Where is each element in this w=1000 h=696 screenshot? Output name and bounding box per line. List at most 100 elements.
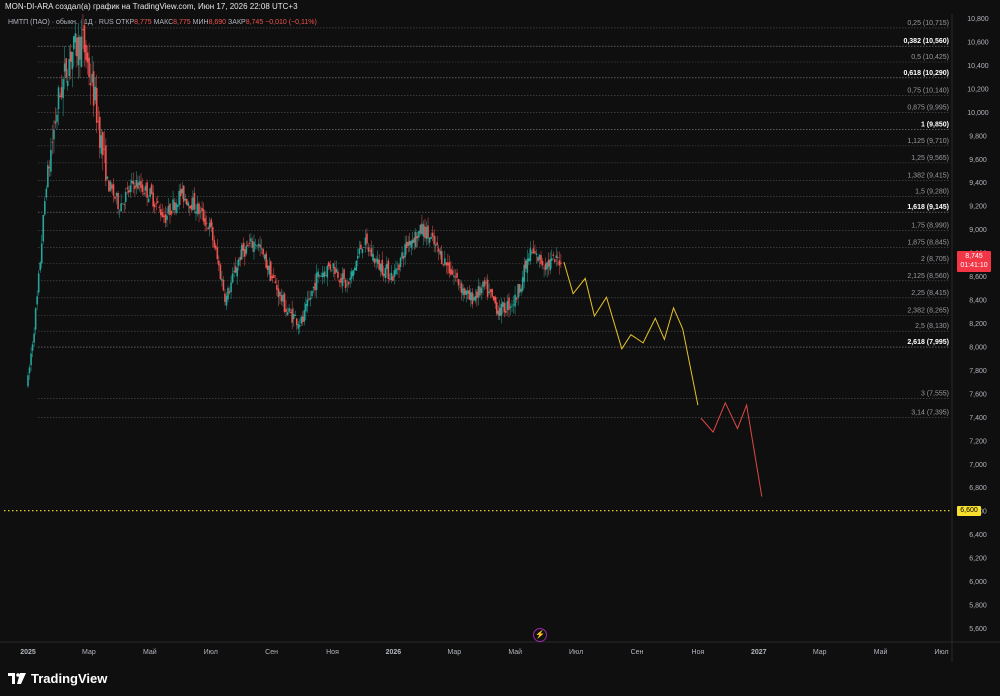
candle-body [447,262,449,266]
x-tick-label: 2025 [20,649,36,656]
candle-body [202,209,205,222]
candle-body [318,275,321,277]
candle-body [251,241,254,248]
y-tick-label: 6,400 [969,532,987,539]
candle-body [524,260,527,269]
candle-body [381,259,384,275]
candle-body [544,263,547,271]
fib-level-label: 0,75 (10,140) [907,87,949,94]
candle-body [528,258,530,262]
candle-body [36,296,38,305]
candle-body [95,87,98,123]
projection-path-red [700,401,763,497]
candle-body [312,286,315,289]
candle-body [523,264,526,282]
candle-body [295,318,298,326]
candle-body [378,259,380,270]
y-tick-label: 5,800 [969,603,987,610]
candle-body [343,269,345,280]
candle-body [227,287,229,300]
candle-body [419,224,422,234]
candle-body [386,263,388,269]
candle-body [82,29,84,31]
candle-body [474,296,477,301]
candle-body [512,303,515,305]
tradingview-logo[interactable]: TradingView [8,671,107,686]
candle-body [135,180,138,187]
y-tick-label: 10,800 [967,16,989,23]
candle-body [437,248,440,252]
candle-body [376,258,379,264]
candle-body [196,203,199,214]
candle-body [379,263,382,272]
fib-level-label: 2,25 (8,415) [911,290,949,297]
candle-body [77,36,80,66]
candle-body [219,264,222,280]
chart-area[interactable]: 10,800 10,600 10,400 10,200 10,000 9,800 9,600… [0,14,1000,662]
y-tick-label: 7,200 [969,438,987,445]
candle-body [271,276,274,279]
candle-body [236,267,238,277]
candle-body [466,290,469,294]
x-tick-label: Мар [447,649,461,656]
fib-level-label: 1,75 (8,990) [911,222,949,229]
candle-body [94,86,96,101]
candle-body [83,25,86,53]
candle-body [73,36,75,50]
x-tick-label: Мар [813,649,827,656]
candle-body [86,52,89,63]
candle-body [277,288,280,298]
candle-body [506,301,509,311]
candle-body [31,344,34,351]
candle-body [222,279,225,291]
price-chart[interactable]: 10,800 10,600 10,400 10,200 10,000 9,800 9,600… [0,14,1000,662]
candle-body [453,275,455,278]
candle-body [234,266,237,273]
candle-body [511,305,513,307]
candle-body [213,240,216,248]
candle-body [289,312,292,313]
candle-body [534,251,536,254]
candle-body [144,185,147,191]
candle-body [306,299,309,307]
candle-body [231,273,234,283]
candle-body [80,36,83,67]
candle-body [237,259,240,266]
candle-body [341,273,344,287]
candle-body [346,284,348,286]
candle-body [146,182,148,198]
candle-body [321,273,324,277]
candle-body [193,192,196,210]
candle-body [98,116,101,148]
candle-body [37,273,40,293]
fib-level-label: 3,14 (7,395) [911,409,949,416]
legend-high-label: МАКС [153,19,174,26]
candle-body [181,188,184,194]
candle-body [531,252,533,254]
candle-body [509,306,512,308]
candle-body [390,272,393,281]
candle-body [520,288,522,292]
candle-body [450,268,452,275]
candle-body [79,36,81,60]
candle-body [317,271,319,277]
candle-body [456,272,458,278]
candle-body [372,253,374,261]
candle-body [297,324,300,329]
candle-body [387,260,390,280]
candle-body [508,297,510,310]
candle-body [410,240,413,248]
candle-body [428,237,431,243]
chart-header: MON-DI-ARA создал(а) график на TradingVi… [0,0,1000,14]
candle-body [185,198,188,205]
candle-body [273,274,275,279]
candle-body [547,259,550,267]
candle-body [149,188,151,197]
candle-body [179,189,182,197]
candle-body [48,166,51,169]
candle-body [156,201,159,203]
candle-body [395,268,397,275]
lightning-icon[interactable]: ⚡ [533,628,547,642]
candle-body [134,185,136,189]
candle-body [526,258,529,273]
